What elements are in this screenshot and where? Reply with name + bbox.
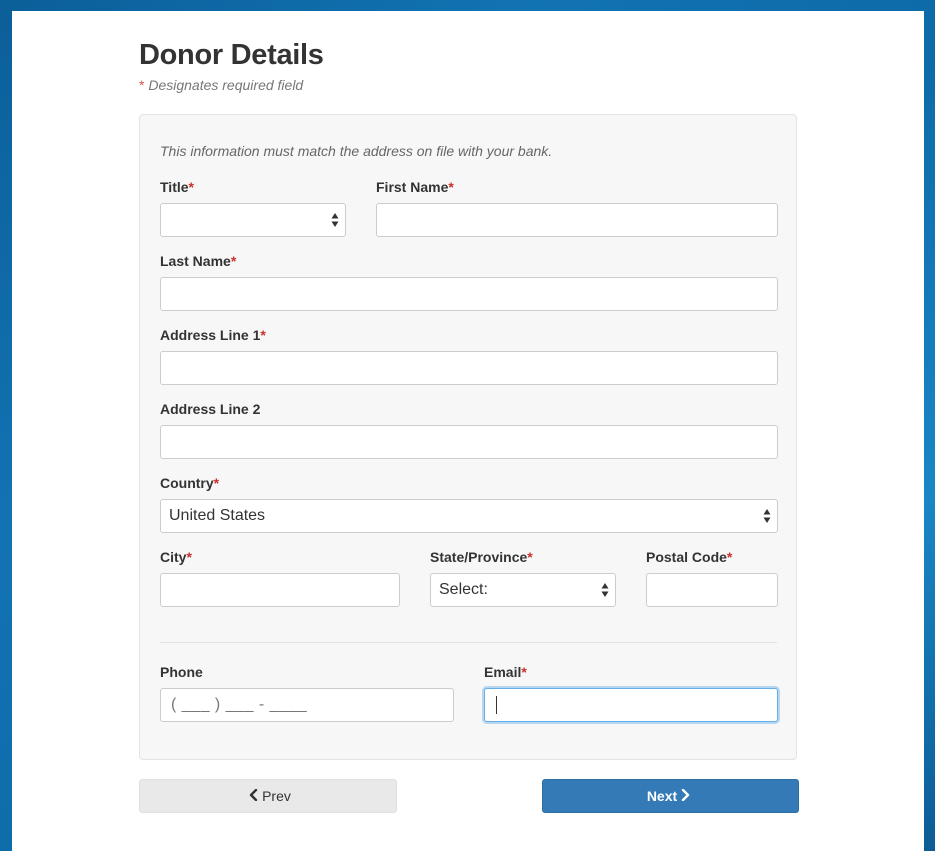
city-label: City* (160, 549, 192, 565)
required-star: * (139, 77, 145, 93)
content-panel: Donor Details * Designates required fiel… (12, 11, 924, 851)
phone-label: Phone (160, 664, 203, 680)
country-select[interactable]: United States (160, 499, 778, 533)
prev-button-label: Prev (262, 788, 291, 804)
required-star: * (260, 327, 266, 343)
address-line-2-label-text: Address Line 2 (160, 401, 261, 417)
first-name-label-text: First Name (376, 179, 449, 195)
postal-code-input[interactable] (646, 573, 778, 607)
required-note-text: Designates required field (148, 77, 304, 93)
required-star: * (186, 549, 192, 565)
postal-code-label-text: Postal Code (646, 549, 727, 565)
state-label-text: State/Province (430, 549, 528, 565)
address-line-2-label: Address Line 2 (160, 401, 260, 417)
required-star: * (527, 549, 533, 565)
title-label-text: Title (160, 179, 189, 195)
email-label: Email* (484, 664, 527, 680)
country-label: Country* (160, 475, 219, 491)
city-label-text: City (160, 549, 187, 565)
required-star: * (448, 179, 454, 195)
required-field-note: * Designates required field (139, 77, 303, 93)
required-star: * (521, 664, 527, 680)
address-line-1-input[interactable] (160, 351, 778, 385)
city-input[interactable] (160, 573, 400, 607)
donor-form: This information must match the address … (139, 114, 797, 760)
country-select-value: United States (169, 507, 266, 524)
first-name-label: First Name* (376, 179, 454, 195)
phone-input[interactable]: ( ___ ) ___ - ____ (160, 688, 454, 722)
prev-button[interactable]: Prev (139, 779, 397, 813)
state-label: State/Province* (430, 549, 533, 565)
state-select[interactable]: Select: (430, 573, 616, 607)
chevron-left-icon (249, 788, 258, 804)
form-intro: This information must match the address … (160, 143, 553, 159)
postal-code-label: Postal Code* (646, 549, 732, 565)
last-name-input[interactable] (160, 277, 778, 311)
select-arrows-icon (763, 508, 771, 524)
address-line-2-input[interactable] (160, 425, 778, 459)
next-button-label: Next (646, 788, 678, 804)
address-line-1-label: Address Line 1* (160, 327, 266, 343)
first-name-input[interactable] (376, 203, 778, 237)
email-label-text: Email (484, 664, 522, 680)
title-label: Title* (160, 179, 194, 195)
text-cursor (496, 696, 497, 714)
next-button[interactable]: Next (542, 779, 799, 813)
last-name-label: Last Name* (160, 253, 236, 269)
phone-label-text: Phone (160, 664, 203, 680)
last-name-label-text: Last Name (160, 253, 231, 269)
select-arrows-icon (601, 582, 609, 598)
required-star: * (213, 475, 220, 491)
address-line-1-label-text: Address Line 1 (160, 327, 261, 343)
section-divider (160, 642, 777, 643)
email-input[interactable] (484, 688, 778, 722)
chevron-right-icon (681, 788, 690, 804)
title-select[interactable] (160, 203, 346, 237)
page-title: Donor Details (139, 39, 324, 71)
required-star: * (726, 549, 733, 565)
state-select-value: Select: (439, 581, 488, 598)
country-label-text: Country (160, 475, 214, 491)
required-star: * (230, 253, 237, 269)
select-arrows-icon (331, 212, 339, 228)
required-star: * (188, 179, 194, 195)
phone-mask: ( ___ ) ___ - ____ (171, 696, 308, 713)
